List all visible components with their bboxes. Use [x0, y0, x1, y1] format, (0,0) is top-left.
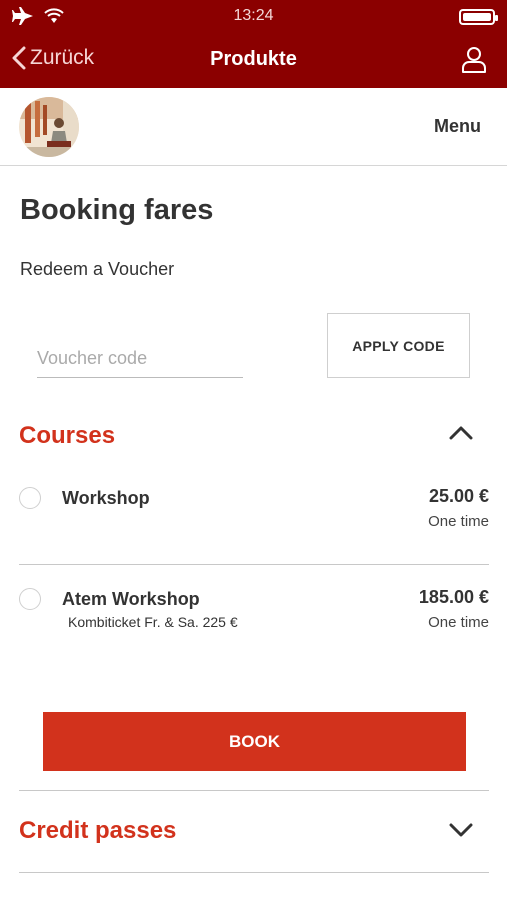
- battery-icon: [459, 9, 498, 25]
- user-icon[interactable]: [461, 46, 487, 79]
- status-time: 13:24: [233, 7, 274, 24]
- status-bar: 13:24: [0, 0, 507, 34]
- menu-link[interactable]: Menu: [434, 116, 481, 137]
- apply-code-button[interactable]: APPLY CODE: [327, 313, 470, 378]
- course-item-workshop[interactable]: Workshop 25.00 € One time: [19, 484, 489, 544]
- courses-section-title[interactable]: Courses: [19, 422, 115, 450]
- book-button[interactable]: BOOK: [43, 712, 466, 771]
- course-radio[interactable]: [19, 487, 41, 509]
- studio-logo[interactable]: [19, 97, 79, 157]
- nav-bar: Zurück Produkte: [0, 34, 507, 88]
- course-price: 25.00 €: [428, 486, 489, 506]
- course-price: 185.00 €: [418, 587, 489, 607]
- sub-header: Menu: [0, 88, 507, 166]
- chevron-up-icon[interactable]: [449, 424, 473, 445]
- chevron-left-icon: [12, 46, 26, 70]
- divider: [19, 564, 489, 565]
- course-radio[interactable]: [19, 588, 41, 610]
- page-title: Booking fares: [20, 194, 214, 226]
- course-name: Atem Workshop: [62, 589, 200, 609]
- voucher-label: Redeem a Voucher: [20, 259, 175, 279]
- credit-passes-section-title[interactable]: Credit passes: [19, 817, 176, 845]
- course-name: Workshop: [62, 488, 150, 508]
- course-item-atem-workshop[interactable]: Atem Workshop Kombiticket Fr. & Sa. 225 …: [19, 585, 489, 645]
- course-frequency: One time: [428, 513, 489, 530]
- voucher-code-input[interactable]: [37, 340, 243, 378]
- divider: [19, 790, 489, 791]
- chevron-down-icon[interactable]: [449, 822, 473, 843]
- course-description: Kombiticket Fr. & Sa. 225 €: [68, 614, 238, 630]
- back-label: Zurück: [30, 46, 95, 69]
- back-button[interactable]: Zurück: [12, 46, 94, 70]
- course-frequency: One time: [428, 614, 489, 631]
- divider: [19, 872, 489, 873]
